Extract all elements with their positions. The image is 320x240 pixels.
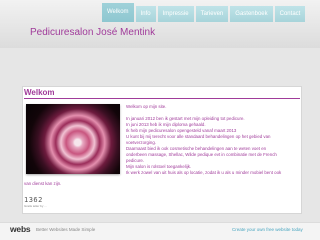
site-title[interactable]: Pedicuresalon José Mentink (30, 27, 155, 38)
site-header: Pedicuresalon José Mentink (0, 22, 320, 48)
page-heading: Welkom (24, 88, 55, 97)
heading-divider (24, 98, 300, 99)
webs-tagline: Better Websites Made Simple (36, 227, 96, 232)
counter-credit-link[interactable]: Gratis teller by ... (24, 204, 47, 208)
webs-logo[interactable]: webs (10, 224, 31, 234)
intro-line-12: van dienst kan zijn. (24, 181, 62, 186)
main-nav: Welkom Info Impressie Tarieven Gastenboe… (102, 3, 306, 23)
nav-tab-welkom[interactable]: Welkom (102, 3, 134, 22)
visitor-counter: 1362 (24, 196, 43, 204)
nav-tab-tarieven[interactable]: Tarieven (195, 6, 229, 22)
nav-tab-impressie[interactable]: Impressie (157, 6, 194, 22)
intro-line-1: Welkom op mijn site. (126, 104, 167, 109)
intro-line-11: Ik werk zowel van uit huis als op locati… (126, 170, 282, 175)
create-website-link[interactable]: Create your own free website today (232, 227, 303, 232)
rose-photo (26, 104, 120, 174)
nav-tab-info[interactable]: Info (135, 6, 156, 22)
nav-tab-contact[interactable]: Contact (274, 6, 306, 22)
intro-line-8: onderbeen massage, Shellac, Wilde pediqu… (126, 152, 277, 157)
nav-tab-gastenboek[interactable]: Gastenboek (230, 6, 273, 22)
